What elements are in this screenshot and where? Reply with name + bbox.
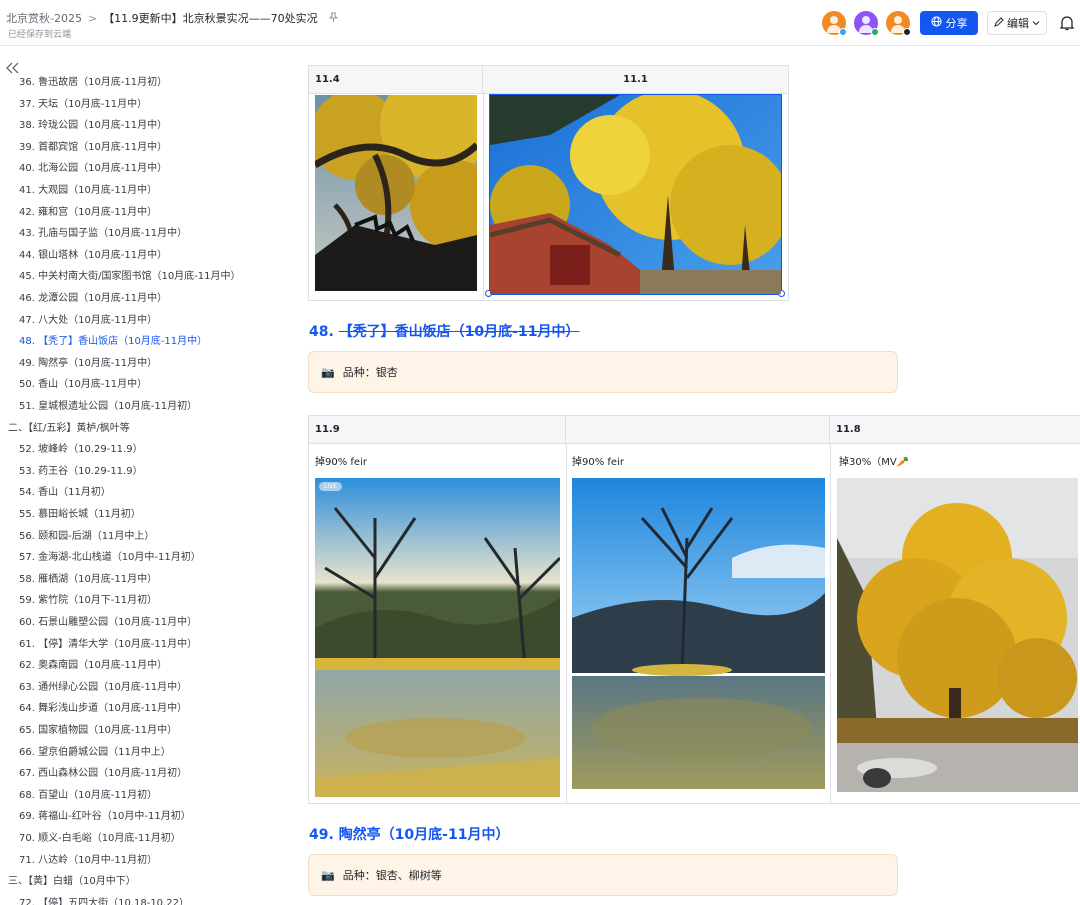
share-label: 分享 bbox=[945, 17, 968, 30]
table-header: 11.4 11.1 bbox=[309, 66, 788, 94]
photo-pond-1[interactable]: LIVE bbox=[315, 478, 560, 797]
camera-icon: 📷 bbox=[321, 365, 335, 379]
outline-item[interactable]: 54. 香山（11月初） bbox=[19, 482, 111, 503]
outline-item[interactable]: 38. 玲珑公园（10月底-11月中） bbox=[19, 115, 167, 136]
outline-item[interactable]: 64. 舞彩浅山步道（10月底-11月中） bbox=[19, 698, 187, 719]
outline-item[interactable]: 49. 陶然亭（10月底-11月中） bbox=[19, 353, 157, 374]
outline-item[interactable]: 72. 【停】五四大街（10.18-10.22） bbox=[19, 893, 189, 905]
photo-ginkgo-tree[interactable] bbox=[837, 478, 1078, 792]
photo-table-1: 11.4 11.1 bbox=[308, 65, 789, 301]
callout-text: 品种：银杏 bbox=[342, 366, 398, 379]
outline-item[interactable]: 45. 中关村南大街/国家图书馆（10月底-11月中） bbox=[19, 266, 241, 287]
outline-item[interactable]: 46. 龙潭公园（10月底-11月中） bbox=[19, 288, 167, 309]
outline-item[interactable]: 二、【红/五彩】黄栌/枫叶等 bbox=[8, 418, 130, 439]
outline-item[interactable]: 70. 顺义-白毛峪（10月底-11月初） bbox=[19, 828, 181, 849]
outline-item[interactable]: 62. 奥森南园（10月底-11月中） bbox=[19, 655, 167, 676]
outline-item[interactable]: 40. 北海公园（10月底-11月中） bbox=[19, 158, 167, 179]
outline-item[interactable]: 51. 皇城根遗址公园（10月底-11月初） bbox=[19, 396, 197, 417]
outline-item[interactable]: 60. 石景山雕塑公园（10月底-11月中） bbox=[19, 612, 197, 633]
section-number: 48. bbox=[309, 324, 334, 340]
section-heading-49[interactable]: 49. 陶然亭（10月底-11月中） bbox=[309, 824, 509, 844]
section-title: 【秃了】香山饭店（10月底-11月中） bbox=[338, 324, 580, 340]
outline-item[interactable]: 47. 八大处（10月底-11月中） bbox=[19, 310, 157, 331]
outline-item[interactable]: 56. 颐和园-后湖（11月中上） bbox=[19, 526, 154, 547]
table-header-cell: 11.9 bbox=[309, 416, 566, 444]
avatar[interactable] bbox=[886, 11, 911, 36]
doc-title[interactable]: 【11.9更新中】北京秋景实况——70处实况 bbox=[103, 12, 318, 25]
cell-note: 掉90% feir bbox=[315, 457, 367, 468]
live-badge: LIVE bbox=[319, 482, 343, 491]
table-header-cell bbox=[566, 416, 830, 444]
outline-item[interactable]: 59. 紫竹院（10月下-11月初） bbox=[19, 590, 157, 611]
outline-item[interactable]: 52. 坡峰岭（10.29-11.9） bbox=[19, 439, 143, 460]
bell-icon[interactable] bbox=[1059, 15, 1075, 31]
outline-item[interactable]: 69. 蒋福山-红叶谷（10月中-11月初） bbox=[19, 806, 191, 827]
outline-item[interactable]: 61. 【停】清华大学（10月底-11月中） bbox=[19, 634, 197, 655]
breadcrumb: 北京赏秋-2025 > 【11.9更新中】北京秋景实况——70处实况 bbox=[6, 10, 339, 26]
outline-item[interactable]: 65. 国家植物园（10月底-11月中） bbox=[19, 720, 177, 741]
pencil-icon bbox=[994, 16, 1004, 30]
share-button[interactable]: 分享 bbox=[920, 11, 978, 35]
outline-item[interactable]: 55. 慕田峪长城（11月初） bbox=[19, 504, 141, 525]
edit-mode-button[interactable]: 编辑 bbox=[987, 11, 1047, 35]
top-bar: 北京赏秋-2025 > 【11.9更新中】北京秋景实况——70处实况 已经保存到云端… bbox=[0, 0, 1080, 46]
table-header-cell: 11.8 bbox=[836, 424, 861, 435]
cell-note: 掉90% feir bbox=[572, 457, 624, 468]
avatar[interactable] bbox=[822, 11, 847, 36]
outline-item[interactable]: 68. 百望山（10月底-11月初） bbox=[19, 785, 157, 806]
outline-item[interactable]: 58. 雁栖湖（10月底-11月中） bbox=[19, 569, 157, 590]
outline-item[interactable]: 67. 西山森林公园（10月底-11月初） bbox=[19, 763, 187, 784]
outline-item[interactable]: 53. 药王谷（10.29-11.9） bbox=[19, 461, 143, 482]
pin-icon[interactable] bbox=[326, 12, 339, 25]
outline-item[interactable]: 48. 【秃了】香山饭店（10月底-11月中） bbox=[19, 331, 207, 352]
breadcrumb-root[interactable]: 北京赏秋-2025 bbox=[6, 12, 82, 25]
breadcrumb-separator: > bbox=[87, 12, 98, 25]
outline-item[interactable]: 63. 通州绿心公园（10月底-11月中） bbox=[19, 677, 187, 698]
callout-text: 品种：银杏、柳树等 bbox=[342, 869, 442, 882]
globe-icon bbox=[930, 16, 942, 30]
outline-item[interactable]: 37. 天坛（10月底-11月中） bbox=[19, 94, 147, 115]
collapse-sidebar-icon[interactable] bbox=[6, 59, 20, 78]
outline-item[interactable]: 43. 孔庙与国子监（10月底-11月中） bbox=[19, 223, 187, 244]
avatar[interactable] bbox=[854, 11, 879, 36]
photo-ginkgo-eaves[interactable] bbox=[315, 95, 477, 291]
section-heading-48[interactable]: 48. 【秃了】香山饭店（10月底-11月中） bbox=[309, 321, 579, 341]
outline-item[interactable]: 50. 香山（10月底-11月中） bbox=[19, 374, 147, 395]
camera-icon: 📷 bbox=[321, 868, 335, 882]
outline-item[interactable]: 66. 望京伯爵城公园（11月中上） bbox=[19, 742, 171, 763]
callout-box: 📷 品种：银杏 bbox=[308, 351, 898, 393]
save-status: 已经保存到云端 bbox=[8, 30, 72, 40]
outline-item[interactable]: 41. 大观园（10月底-11月中） bbox=[19, 180, 157, 201]
outline-item[interactable]: 36. 鲁迅故居（10月底-11月初） bbox=[19, 72, 167, 93]
photo-table-2: 11.9 11.8 掉90% feir 掉90% feir 掉30%（MV🥕 L… bbox=[308, 415, 1080, 804]
section-title: 陶然亭（10月底-11月中） bbox=[338, 827, 510, 843]
table-header: 11.9 11.8 bbox=[309, 416, 1080, 444]
photo-pond-2[interactable] bbox=[572, 478, 825, 789]
callout-box: 📷 品种：银杏、柳树等 bbox=[308, 854, 898, 896]
cell-note: 掉30%（MV🥕 bbox=[839, 457, 910, 468]
outline-sidebar: 36. 鲁迅故居（10月底-11月初） 37. 天坛（10月底-11月中） 38. … bbox=[0, 47, 300, 905]
section-number: 49. bbox=[309, 827, 334, 843]
outline-item[interactable]: 44. 银山塔林（10月底-11月中） bbox=[19, 245, 167, 266]
outline-item[interactable]: 71. 八达岭（10月中-11月初） bbox=[19, 850, 157, 871]
outline-item[interactable]: 39. 首都宾馆（10月底-11月中） bbox=[19, 137, 167, 158]
edit-label: 编辑 bbox=[1007, 17, 1029, 30]
outline-item[interactable]: 42. 雍和宫（10月底-11月中） bbox=[19, 202, 157, 223]
document-body: 11.4 11.1 48. 【秃了】香山饭店（10月底-11月中） 📷 品种：银… bbox=[300, 47, 1080, 905]
table-header-cell: 11.1 bbox=[623, 74, 648, 85]
outline-item[interactable]: 三、【黄】白蜡（10月中下） bbox=[8, 871, 136, 892]
table-header-cell: 11.4 bbox=[309, 66, 483, 94]
outline-item[interactable]: 57. 金海湖-北山栈道（10月中-11月初） bbox=[19, 547, 201, 568]
chevron-down-icon bbox=[1032, 17, 1040, 30]
photo-ginkgo-temple[interactable] bbox=[490, 95, 781, 294]
